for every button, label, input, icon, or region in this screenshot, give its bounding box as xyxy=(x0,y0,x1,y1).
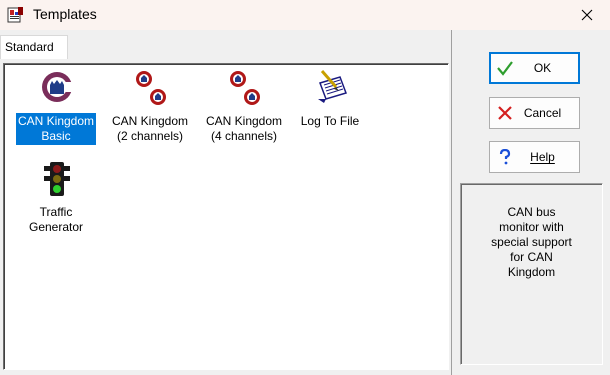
close-icon xyxy=(581,9,593,21)
tab-label: Standard xyxy=(5,40,54,54)
title-bar: Templates xyxy=(0,0,610,30)
template-label: CAN Kingdom (2 channels) xyxy=(111,114,189,143)
template-label: Log To File xyxy=(300,114,360,128)
question-icon xyxy=(499,149,511,165)
can-kingdom-4-icon xyxy=(230,71,260,105)
template-label: CAN Kingdom (4 channels) xyxy=(205,114,283,143)
ok-button[interactable]: OK xyxy=(489,52,580,84)
check-icon xyxy=(497,61,513,76)
template-description: CAN bus monitor with special support for… xyxy=(491,205,572,279)
can-kingdom-2-icon xyxy=(136,71,166,105)
x-icon xyxy=(498,106,512,120)
close-button[interactable] xyxy=(564,0,610,30)
cancel-button[interactable]: Cancel xyxy=(489,97,580,129)
traffic-light-icon xyxy=(44,162,70,196)
template-label: Traffic Generator xyxy=(28,205,84,234)
panel-divider xyxy=(451,30,452,375)
help-label: Help xyxy=(530,150,555,164)
app-icon xyxy=(7,7,23,23)
window-title: Templates xyxy=(33,6,97,22)
template-label: CAN Kingdom Basic xyxy=(15,113,97,145)
cancel-label: Cancel xyxy=(523,106,562,120)
ok-label: OK xyxy=(533,61,552,75)
tab-standard[interactable]: Standard xyxy=(0,35,68,59)
help-button[interactable]: Help xyxy=(489,141,580,173)
log-notepad-icon xyxy=(318,70,347,103)
template-list[interactable]: CAN Kingdom Basic CAN Kingdom (2 channel… xyxy=(3,63,449,370)
can-kingdom-logo-icon xyxy=(42,72,74,102)
